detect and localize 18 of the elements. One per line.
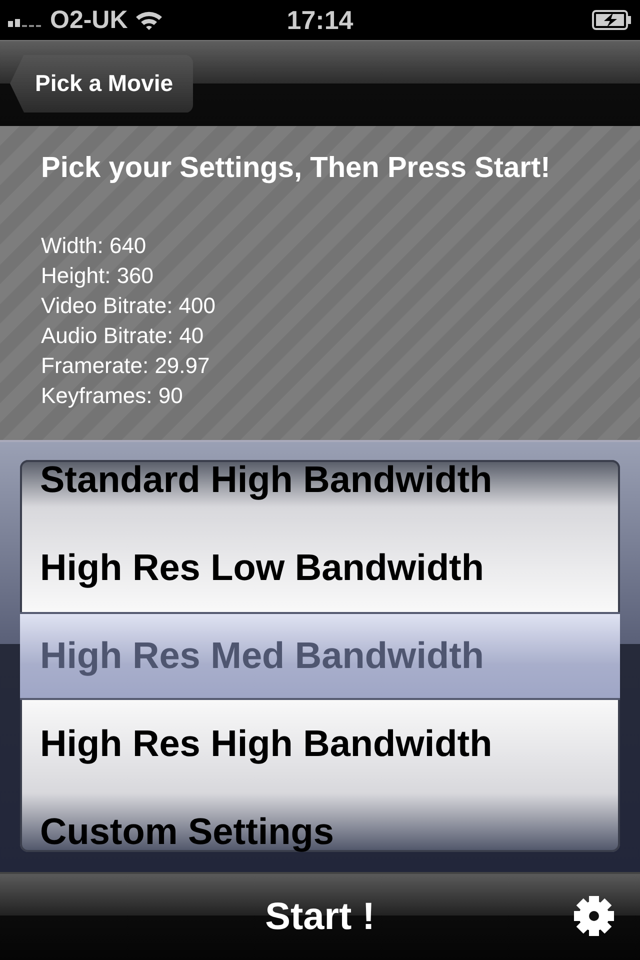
picker-wheel[interactable]: Standard High Bandwidth High Res Low Bandwidth High Res Med Bandwidth High Res High Bandwidth Custom Settings xyxy=(20,460,620,852)
picker-option[interactable]: High Res Low Bandwidth xyxy=(40,547,484,589)
wifi-icon xyxy=(134,9,164,31)
setting-line: Video Bitrate: 400 xyxy=(41,292,216,320)
carrier-name: O2-UK xyxy=(50,6,128,34)
setting-line: Framerate: 29.97 xyxy=(41,352,211,380)
setting-line: Width: 640 xyxy=(41,232,148,260)
start-button[interactable]: Start ! xyxy=(265,896,375,938)
picker-option[interactable]: Custom Settings xyxy=(40,811,334,852)
setting-line: Keyframes: 90 xyxy=(41,382,184,410)
picker-option[interactable]: Standard High Bandwidth xyxy=(40,460,492,501)
battery-icon xyxy=(592,10,632,30)
clock-time: 17:14 xyxy=(286,4,354,36)
setting-line: Height: 360 xyxy=(41,262,155,290)
back-button[interactable]: Pick a Movie xyxy=(10,54,194,112)
picker-option[interactable]: High Res High Bandwidth xyxy=(40,723,492,765)
panel-title: Pick your Settings, Then Press Start! xyxy=(41,152,552,185)
setting-line: Audio Bitrate: 40 xyxy=(41,322,205,350)
